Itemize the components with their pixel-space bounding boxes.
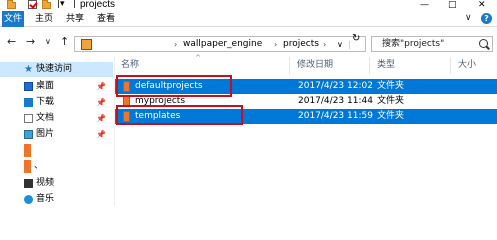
sidebar-item-quick-access[interactable]: ★ 快速访问 (0, 62, 113, 77)
column-header-label: 类型 (377, 60, 396, 70)
address-dropdown-button[interactable]: ∨ (337, 38, 343, 51)
folder-icon (123, 96, 130, 107)
video-icon (24, 179, 33, 188)
sidebar-item-label: 图片 (36, 129, 55, 139)
title-separator: | (73, 0, 77, 9)
file-name: defaultprojects (135, 81, 203, 91)
recent-locations-button[interactable]: ∨ (45, 35, 51, 49)
sidebar-item-label: 快速访问 (36, 64, 73, 74)
file-type: 文件夹 (377, 111, 405, 121)
sidebar-item-label: 、 (34, 161, 44, 171)
file-modified: 2017/4/23 11:59 (298, 111, 373, 121)
pin-icon[interactable]: 📌 (96, 112, 106, 125)
document-icon (24, 114, 33, 123)
breadcrumb-separator[interactable]: › (274, 38, 277, 51)
folder-icon (81, 39, 92, 50)
music-icon (24, 195, 33, 204)
sidebar-item-label: 桌面 (36, 81, 55, 91)
up-button[interactable]: ↑ (60, 35, 69, 49)
file-type: 文件夹 (377, 81, 405, 91)
sidebar-item-label: 下载 (36, 97, 55, 107)
file-modified: 2017/4/23 11:44 (298, 96, 373, 106)
column-header-size[interactable]: 大小 (452, 57, 497, 74)
back-button[interactable]: ← (7, 35, 16, 49)
minimize-button[interactable]: — (420, 0, 429, 10)
file-type: 文件夹 (377, 96, 405, 106)
tab-share[interactable]: 共享 (64, 11, 86, 27)
file-list: ^ 名称 修改日期 类型 大小 defaultprojects 2017/4/2… (114, 54, 497, 206)
sidebar-item-downloads[interactable]: 下载 📌 (0, 95, 113, 110)
sidebar-item-label: 视频 (36, 178, 55, 188)
help-button[interactable]: ? (481, 13, 492, 24)
sidebar-item-label: 音乐 (36, 194, 55, 204)
ribbon-expand-button[interactable]: ∨ (465, 13, 472, 23)
breadcrumb-projects[interactable]: projects (283, 38, 319, 51)
qat-dropdown-icon[interactable]: |▾ (57, 0, 65, 9)
folder-icon (123, 81, 130, 92)
sidebar-item-folder[interactable] (0, 143, 113, 159)
address-bar[interactable]: › wallpaper_engine › projects › ∨ | (74, 36, 366, 52)
folder-icon (123, 111, 130, 122)
table-row[interactable]: myprojects 2017/4/23 11:44 文件夹 (115, 94, 497, 109)
tab-home[interactable]: 主页 (33, 11, 55, 27)
folder-icon (24, 144, 31, 157)
folder-icon (7, 0, 16, 9)
pictures-icon (24, 130, 33, 139)
file-name: templates (135, 111, 181, 121)
forward-button[interactable]: → (26, 35, 35, 49)
tab-file[interactable]: 文件 (2, 11, 24, 27)
properties-icon[interactable] (28, 0, 37, 9)
file-name: myprojects (135, 96, 186, 106)
search-icon[interactable] (479, 39, 488, 48)
download-icon (24, 98, 33, 107)
sidebar-item-documents[interactable]: 文档 📌 (0, 111, 113, 126)
title-bar: |▾ | projects — □ ✕ (0, 0, 497, 11)
file-modified: 2017/4/23 12:02 (298, 81, 373, 91)
pin-icon[interactable]: 📌 (96, 96, 106, 109)
search-box[interactable]: 搜索"projects" (371, 36, 493, 52)
sidebar-item-videos[interactable]: 视频 (0, 176, 113, 191)
sidebar-item-label: 文档 (36, 113, 55, 123)
table-row[interactable]: defaultprojects 2017/4/23 12:02 文件夹 (115, 79, 497, 94)
new-folder-icon[interactable] (42, 0, 51, 9)
column-header-name[interactable]: ^ 名称 (115, 54, 290, 74)
ribbon: 文件 主页 共享 查看 ∨ ? (0, 11, 497, 27)
column-header-type[interactable]: 类型 (371, 57, 451, 74)
refresh-button[interactable]: ↻ (352, 33, 360, 45)
desktop-icon (24, 82, 33, 91)
column-header-label: 修改日期 (297, 60, 334, 70)
column-header-date[interactable]: 修改日期 (291, 57, 370, 74)
maximize-button[interactable]: □ (448, 0, 457, 10)
table-row[interactable]: templates 2017/4/23 11:59 文件夹 (115, 109, 497, 124)
sort-caret-icon: ^ (195, 54, 201, 62)
pin-icon[interactable]: 📌 (96, 80, 106, 93)
navigation-bar: ← → ∨ ↑ › wallpaper_engine › projects › … (0, 31, 497, 55)
navigation-pane: ★ 快速访问 桌面 📌 下载 📌 文档 📌 图片 📌 、 视频 音乐 (0, 57, 113, 206)
sidebar-item-folder[interactable]: 、 (0, 159, 113, 175)
breadcrumb-separator[interactable]: › (174, 38, 177, 51)
breadcrumb-separator[interactable]: › (323, 38, 326, 51)
close-button[interactable]: ✕ (478, 0, 486, 10)
sidebar-item-music[interactable]: 音乐 (0, 192, 113, 207)
address-divider: | (348, 40, 351, 49)
column-header-label: 名称 (121, 60, 140, 70)
folder-icon (24, 160, 31, 173)
search-placeholder: 搜索"projects" (382, 39, 445, 49)
breadcrumb-wallpaper-engine[interactable]: wallpaper_engine (183, 38, 262, 51)
window-title: projects (80, 0, 116, 10)
pin-icon[interactable]: 📌 (96, 128, 106, 141)
sidebar-item-pictures[interactable]: 图片 📌 (0, 127, 113, 142)
column-header-label: 大小 (458, 60, 477, 70)
sidebar-item-desktop[interactable]: 桌面 📌 (0, 79, 113, 94)
tab-view[interactable]: 查看 (95, 11, 117, 27)
star-icon: ★ (24, 64, 33, 75)
